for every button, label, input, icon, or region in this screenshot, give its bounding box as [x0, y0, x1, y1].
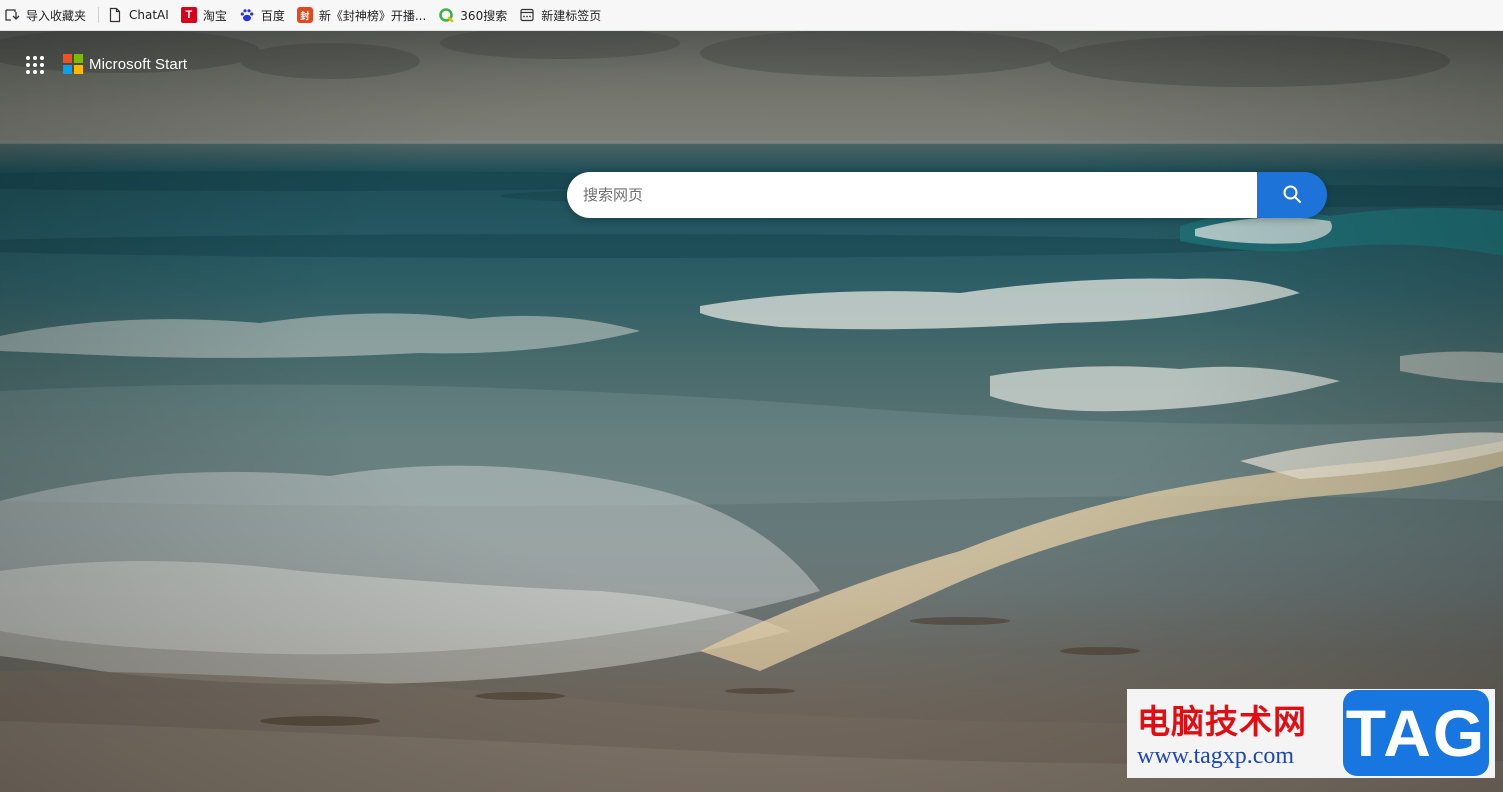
bookmark-label: ChatAI	[129, 8, 169, 22]
game-icon: 封	[296, 7, 313, 23]
search-box	[567, 172, 1327, 218]
bookmark-360-search[interactable]: 360搜索	[436, 3, 513, 27]
import-favorites-icon	[4, 7, 20, 23]
search-icon	[1282, 184, 1302, 207]
bookmark-new-tab[interactable]: 新建标签页	[517, 3, 607, 27]
watermark-url: www.tagxp.com	[1137, 743, 1295, 769]
bookmarks-divider	[98, 7, 100, 23]
page-icon	[107, 7, 123, 23]
bookmark-fengshenbang[interactable]: 封 新《封神榜》开播...	[295, 3, 432, 27]
bookmark-label: 新建标签页	[541, 8, 602, 23]
brand-logo-link[interactable]: Microsoft Start	[63, 54, 187, 74]
bookmark-label: 淘宝	[202, 8, 227, 23]
brand-name: Microsoft Start	[89, 55, 188, 73]
site-watermark: 电脑技术网 www.tagxp.com TAG	[1127, 689, 1495, 778]
microsoft-logo-icon	[63, 54, 83, 74]
bookmark-label: 新《封神榜》开播...	[318, 8, 427, 23]
taobao-icon: T	[180, 7, 197, 23]
bookmark-chatai[interactable]: ChatAI	[105, 3, 175, 27]
search-input[interactable]	[567, 172, 1257, 218]
bookmark-label: 360搜索	[460, 8, 508, 23]
bookmark-label: 导入收藏夹	[26, 8, 87, 23]
background-image	[0, 31, 1503, 792]
bookmark-baidu[interactable]: 百度	[237, 3, 291, 27]
360-search-icon	[438, 7, 454, 23]
bookmark-taobao[interactable]: T 淘宝	[179, 3, 233, 27]
new-tab-icon	[519, 7, 535, 23]
bookmark-label: 百度	[260, 8, 285, 23]
baidu-paw-icon	[239, 7, 255, 23]
bookmarks-bar: 导入收藏夹 ChatAI T 淘宝 百度 封 新《封神榜》开播... 360搜索…	[0, 0, 1503, 31]
watermark-tag-badge: TAG	[1343, 690, 1489, 776]
watermark-title: 电脑技术网	[1137, 702, 1307, 741]
search-button[interactable]	[1257, 172, 1327, 218]
bookmark-import-favorites[interactable]: 导入收藏夹	[2, 3, 92, 27]
ocean-scene-illustration	[0, 31, 1503, 792]
app-launcher-icon[interactable]	[20, 50, 50, 80]
